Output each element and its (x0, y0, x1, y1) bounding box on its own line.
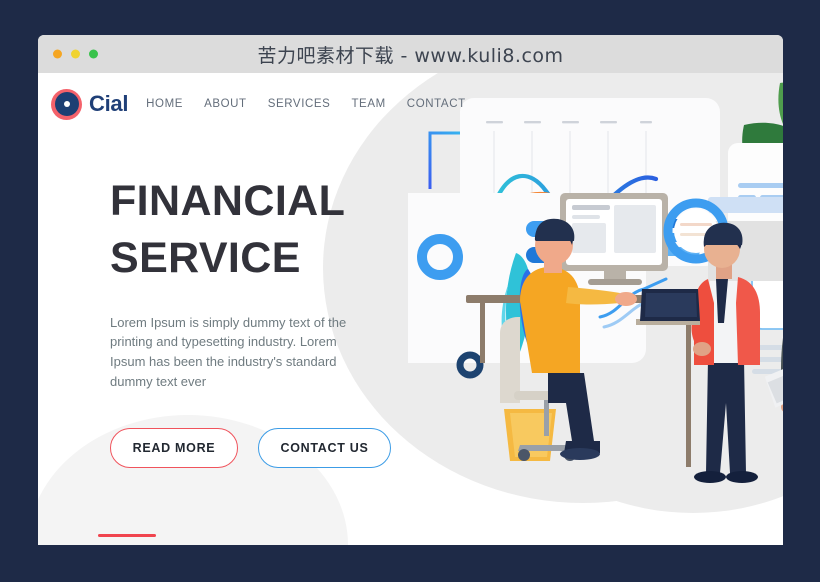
logo-wordmark: Cial (89, 91, 129, 116)
hero-section: FINANCIAL SERVICE Lorem Ipsum is simply … (110, 173, 410, 468)
logo-circle-icon (51, 88, 82, 120)
site-navbar: Cial HOME ABOUT SERVICES TEAM CONTACT (38, 73, 783, 135)
nav-item-services[interactable]: SERVICES (268, 98, 331, 110)
browser-window: 苦力吧素材下载 - www.kuli8.com Cial HOME ABOUT … (38, 35, 783, 545)
hero-description: Lorem Ipsum is simply dummy text of the … (110, 314, 347, 389)
close-button[interactable] (53, 49, 62, 59)
minimize-button[interactable] (71, 49, 80, 59)
hero-title-line-2: SERVICE (110, 233, 301, 282)
read-more-button[interactable]: READ MORE (110, 427, 238, 468)
nav-links: HOME ABOUT SERVICES TEAM CONTACT (146, 98, 466, 110)
hero-button-group: READ MORE CONTACT US (110, 427, 410, 468)
nav-item-home[interactable]: HOME (146, 98, 183, 110)
hero-title: FINANCIAL SERVICE (110, 173, 410, 287)
window-title: 苦力吧素材下载 - www.kuli8.com (257, 44, 564, 67)
nav-item-team[interactable]: TEAM (351, 98, 385, 110)
red-accent-line (98, 534, 156, 537)
contact-us-button[interactable]: CONTACT US (258, 427, 391, 468)
site-logo[interactable]: Cial (51, 88, 129, 120)
window-title-bar: 苦力吧素材下载 - www.kuli8.com (38, 35, 783, 73)
nav-item-about[interactable]: ABOUT (204, 98, 247, 110)
hero-title-line-1: FINANCIAL (110, 177, 346, 225)
nav-item-contact[interactable]: CONTACT (407, 98, 466, 110)
logo-center-dot (64, 100, 70, 107)
maximize-button[interactable] (89, 49, 98, 59)
hero-illustration (408, 73, 783, 513)
website-page: Cial HOME ABOUT SERVICES TEAM CONTACT FI… (38, 73, 783, 545)
window-controls (53, 49, 98, 59)
